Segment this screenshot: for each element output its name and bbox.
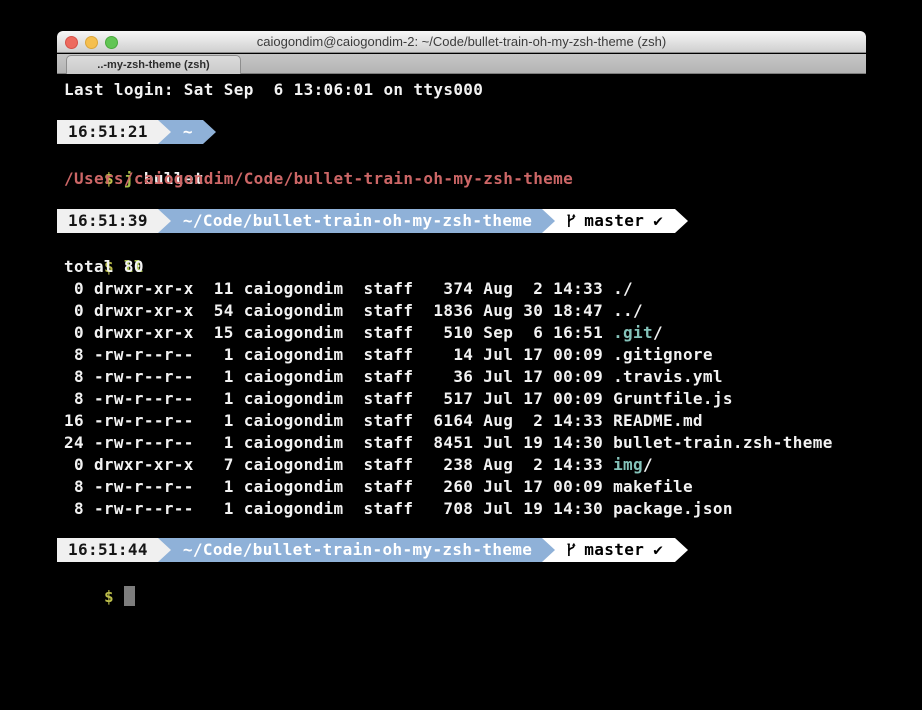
file-meta: 8 -rw-r--r-- 1 caiogondim staff 517 Jul …: [64, 389, 613, 408]
file-name: .travis.yml: [613, 367, 723, 386]
powerline-arrow: [675, 209, 688, 233]
file-meta: 0 drwxr-xr-x 7 caiogondim staff 238 Aug …: [64, 455, 613, 474]
file-name: README.md: [613, 411, 703, 430]
prompt-git-segment: master ✔: [555, 538, 675, 562]
powerline-arrow: [542, 538, 555, 562]
git-branch-name: master: [584, 538, 644, 562]
file-row: 8 -rw-r--r-- 1 caiogondim staff 36 Jul 1…: [64, 366, 833, 388]
prompt-time-segment: 16:51:39: [57, 209, 158, 233]
prompt-path-segment: ~/Code/bullet-train-oh-my-zsh-theme: [171, 538, 542, 562]
terminal-screen[interactable]: Last login: Sat Sep 6 13:06:01 on ttys00…: [0, 0, 922, 710]
file-name-suffix: /: [643, 455, 653, 474]
file-meta: 8 -rw-r--r-- 1 caiogondim staff 708 Jul …: [64, 499, 613, 518]
powerline-arrow: [203, 120, 216, 144]
prompt-line-1: 16:51:21 ~: [57, 120, 216, 144]
prompt-path-segment: ~: [171, 120, 203, 144]
command-line-2: $ll: [64, 234, 144, 256]
file-meta: 0 drwxr-xr-x 15 caiogondim staff 510 Sep…: [64, 323, 613, 342]
file-meta: 8 -rw-r--r-- 1 caiogondim staff 14 Jul 1…: [64, 345, 613, 364]
file-name: .git: [613, 323, 653, 342]
file-row: 0 drwxr-xr-x 11 caiogondim staff 374 Aug…: [64, 278, 833, 300]
prompt-time-segment: 16:51:21: [57, 120, 158, 144]
file-name: Gruntfile.js: [613, 389, 733, 408]
last-login-line: Last login: Sat Sep 6 13:06:01 on ttys00…: [64, 79, 483, 101]
file-meta: 8 -rw-r--r-- 1 caiogondim staff 260 Jul …: [64, 477, 613, 496]
file-row: 24 -rw-r--r-- 1 caiogondim staff 8451 Ju…: [64, 432, 833, 454]
file-row: 0 drwxr-xr-x 15 caiogondim staff 510 Sep…: [64, 322, 833, 344]
git-branch-name: master: [584, 209, 644, 233]
jump-path-output: /Users/caiogondim/Code/bullet-train-oh-m…: [64, 168, 573, 190]
prompt-line-3: 16:51:44 ~/Code/bullet-train-oh-my-zsh-t…: [57, 538, 688, 562]
prompt-char: $: [104, 587, 114, 606]
file-meta: 0 drwxr-xr-x 54 caiogondim staff 1836 Au…: [64, 301, 613, 320]
git-clean-check: ✔: [653, 538, 663, 562]
file-row: 0 drwxr-xr-x 7 caiogondim staff 238 Aug …: [64, 454, 833, 476]
file-row: 8 -rw-r--r-- 1 caiogondim staff 708 Jul …: [64, 498, 833, 520]
powerline-arrow: [158, 538, 171, 562]
command-line-1: $jbullet: [64, 146, 204, 168]
total-line: total 80: [64, 256, 144, 278]
file-name: ../: [613, 301, 643, 320]
file-listing: 0 drwxr-xr-x 11 caiogondim staff 374 Aug…: [64, 278, 833, 520]
powerline-arrow: [675, 538, 688, 562]
git-clean-check: ✔: [653, 209, 663, 233]
file-name: bullet-train.zsh-theme: [613, 433, 833, 452]
prompt-time-segment: 16:51:44: [57, 538, 158, 562]
file-name: package.json: [613, 499, 733, 518]
file-name-suffix: /: [653, 323, 663, 342]
cursor-block: [124, 586, 135, 606]
prompt-path-segment: ~/Code/bullet-train-oh-my-zsh-theme: [171, 209, 542, 233]
prompt-line-2: 16:51:39 ~/Code/bullet-train-oh-my-zsh-t…: [57, 209, 688, 233]
file-name: ./: [613, 279, 633, 298]
file-meta: 8 -rw-r--r-- 1 caiogondim staff 36 Jul 1…: [64, 367, 613, 386]
prompt-git-segment: master ✔: [555, 209, 675, 233]
file-row: 0 drwxr-xr-x 54 caiogondim staff 1836 Au…: [64, 300, 833, 322]
file-name: makefile: [613, 477, 693, 496]
file-meta: 16 -rw-r--r-- 1 caiogondim staff 6164 Au…: [64, 411, 613, 430]
file-name: .gitignore: [613, 345, 713, 364]
file-meta: 24 -rw-r--r-- 1 caiogondim staff 8451 Ju…: [64, 433, 613, 452]
powerline-arrow: [158, 120, 171, 144]
git-branch-icon: [565, 213, 578, 229]
file-row: 8 -rw-r--r-- 1 caiogondim staff 517 Jul …: [64, 388, 833, 410]
file-row: 16 -rw-r--r-- 1 caiogondim staff 6164 Au…: [64, 410, 833, 432]
file-meta: 0 drwxr-xr-x 11 caiogondim staff 374 Aug…: [64, 279, 613, 298]
file-name: img: [613, 455, 643, 474]
powerline-arrow: [542, 209, 555, 233]
file-row: 8 -rw-r--r-- 1 caiogondim staff 14 Jul 1…: [64, 344, 833, 366]
command-line-current[interactable]: $: [64, 564, 135, 586]
powerline-arrow: [158, 209, 171, 233]
git-branch-icon: [565, 542, 578, 558]
file-row: 8 -rw-r--r-- 1 caiogondim staff 260 Jul …: [64, 476, 833, 498]
